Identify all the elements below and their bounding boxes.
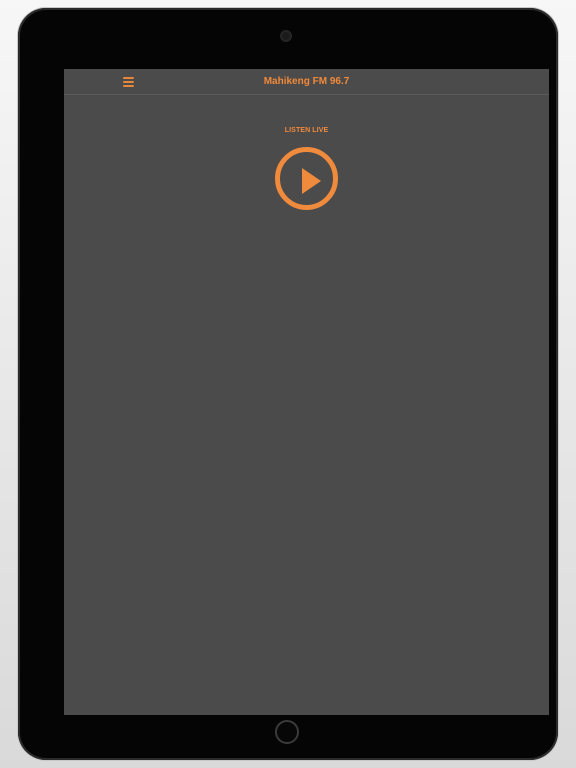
home-button[interactable] (275, 720, 299, 744)
tablet-device-frame: Mahikeng FM 96.7 LISTEN LIVE (18, 8, 558, 760)
app-screen: Mahikeng FM 96.7 LISTEN LIVE (64, 69, 549, 715)
app-header: Mahikeng FM 96.7 (64, 69, 549, 95)
play-icon (302, 168, 321, 194)
front-camera (282, 32, 290, 40)
listen-live-label: LISTEN LIVE (284, 127, 329, 134)
station-title: Mahikeng FM 96.7 (263, 76, 350, 87)
play-button[interactable] (275, 147, 338, 210)
